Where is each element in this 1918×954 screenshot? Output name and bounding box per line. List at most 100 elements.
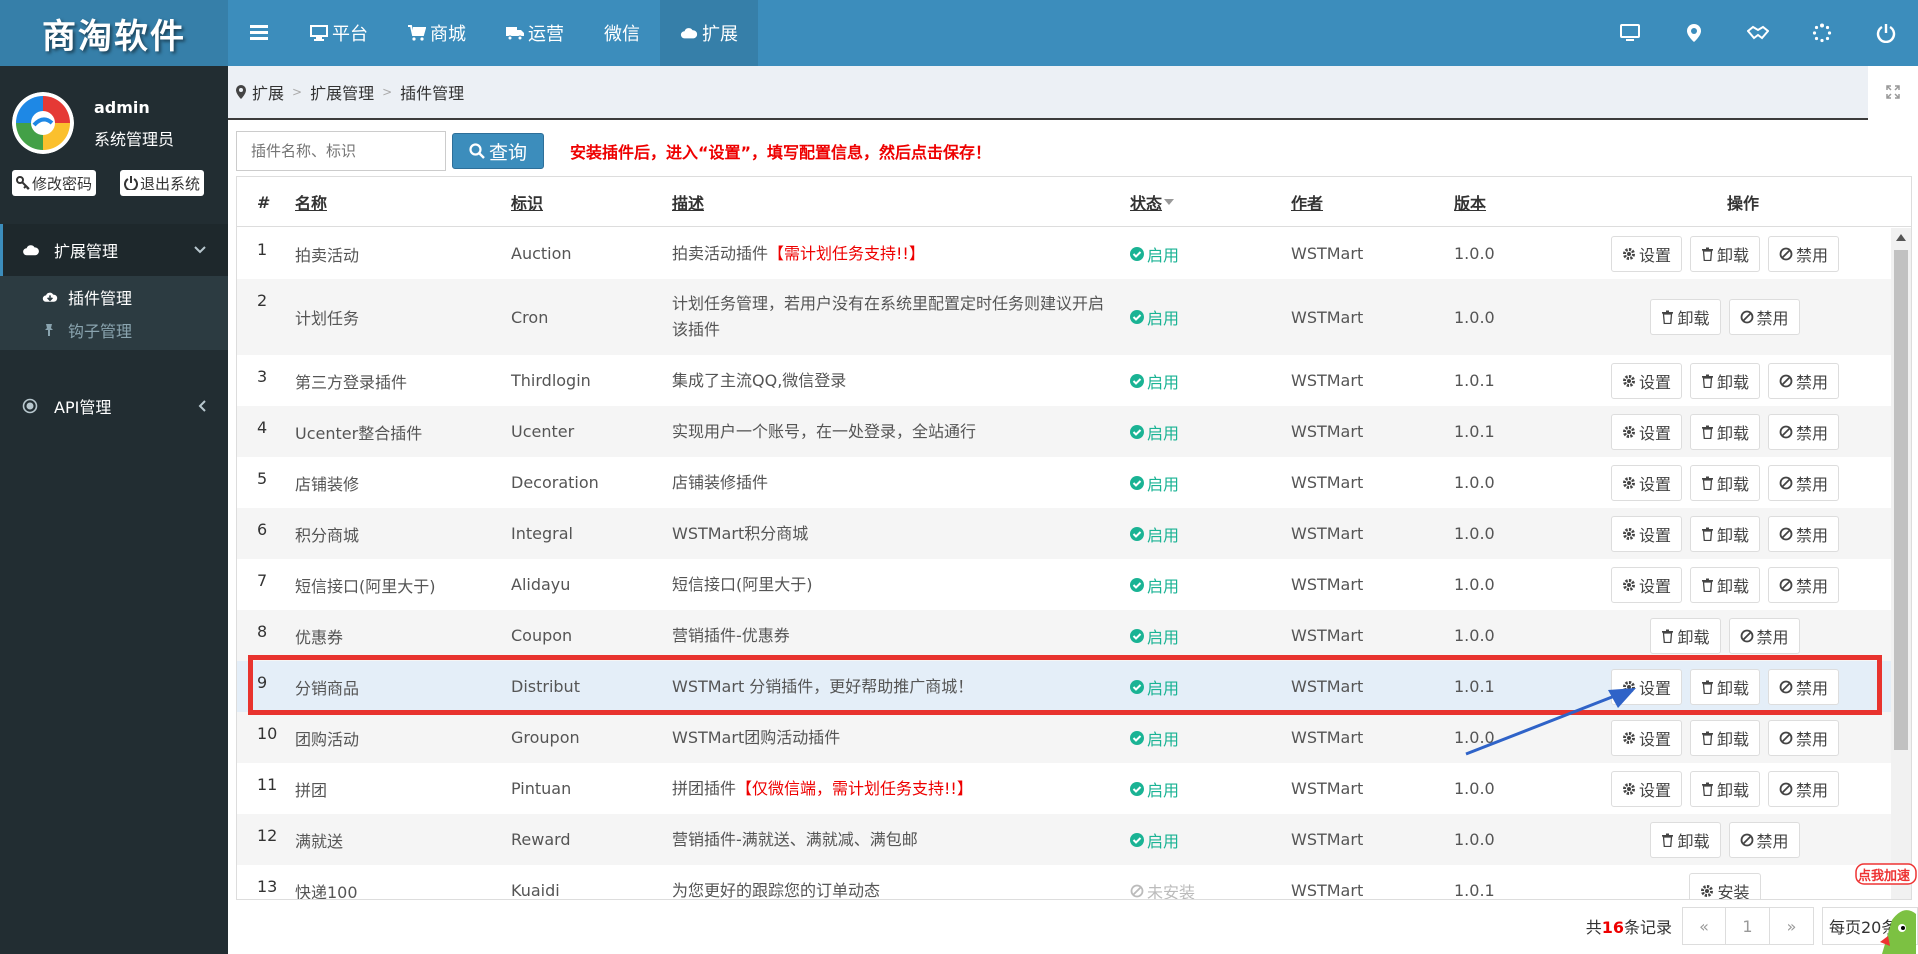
sidebar-item-extension-management[interactable]: 扩展管理: [0, 224, 228, 276]
nav-item-extension[interactable]: 扩展: [660, 0, 758, 66]
uninstall-button[interactable]: 卸载: [1689, 235, 1760, 272]
plugin-name: Ucenter整合插件: [295, 423, 423, 443]
disable-button[interactable]: 禁用: [1768, 566, 1840, 603]
key-icon: [16, 176, 30, 190]
nav-item-platform[interactable]: 平台: [290, 0, 388, 66]
handshake-icon[interactable]: [1726, 0, 1790, 66]
breadcrumb-item[interactable]: 扩展: [252, 80, 284, 104]
trash-icon: [1701, 782, 1714, 796]
submenu: 插件管理 钩子管理: [0, 276, 228, 350]
uninstall-button[interactable]: 卸载: [1689, 515, 1760, 552]
disable-button[interactable]: 禁用: [1728, 821, 1800, 858]
table-row[interactable]: 11 拼团 Pintuan 拼团插件 【仅微信端，需计划任务支持!!】 启用 WSTMart…: [237, 763, 1893, 814]
col-version[interactable]: 版本: [1454, 177, 1486, 227]
disable-button[interactable]: 禁用: [1768, 413, 1840, 450]
fullscreen-button[interactable]: [1868, 66, 1918, 120]
logo[interactable]: 商淘软件: [0, 0, 228, 66]
plugin-code: Cron: [511, 307, 549, 327]
trash-icon: [1701, 578, 1714, 592]
table-row[interactable]: 6 积分商城 Integral WSTMart积分商城 启用 WSTMart 1.0.0 设置…: [237, 508, 1893, 559]
sidebar-item-hook-management[interactable]: 钩子管理: [0, 313, 228, 346]
nav-label: 商城: [430, 24, 466, 45]
settings-button[interactable]: 设置: [1610, 413, 1682, 450]
uninstall-button[interactable]: 卸载: [1689, 770, 1760, 807]
status-badge: 启用: [1130, 610, 1179, 661]
uninstall-button[interactable]: 卸载: [1650, 617, 1721, 654]
plugin-name: 短信接口(阿里大于): [295, 576, 436, 596]
plugin-desc-text: 为您更好的跟踪您的订单动态: [672, 880, 881, 900]
col-name[interactable]: 名称: [295, 177, 327, 227]
row-actions: 设置 卸载 禁用: [1557, 457, 1893, 508]
breadcrumb-item[interactable]: 扩展管理: [310, 80, 374, 104]
disable-button[interactable]: 禁用: [1768, 235, 1840, 272]
plugin-version: 1.0.1: [1454, 422, 1495, 441]
settings-button[interactable]: 设置: [1610, 464, 1682, 501]
next-page-button[interactable]: »: [1770, 907, 1814, 945]
cloud-icon: [22, 243, 42, 257]
disable-button[interactable]: 禁用: [1768, 515, 1840, 552]
sidebar-item-api-management[interactable]: API管理: [0, 386, 228, 426]
query-button[interactable]: 查询: [452, 133, 544, 169]
power-icon[interactable]: [1854, 0, 1918, 66]
breadcrumb-separator: >: [292, 85, 303, 99]
change-password-button[interactable]: 修改密码: [12, 170, 97, 196]
table-scrollbar[interactable]: [1891, 228, 1911, 899]
plugin-name: 团购活动: [295, 729, 360, 749]
disable-button[interactable]: 禁用: [1768, 464, 1840, 501]
table-row[interactable]: 5 店铺装修 Decoration 店铺装修插件 启用 WSTMart 1.0.0 设置 卸载 禁…: [237, 457, 1893, 508]
speed-up-badge[interactable]: 点我加速: [1852, 850, 1918, 954]
search-input[interactable]: [236, 131, 446, 171]
table-row[interactable]: 3 第三方登录插件 Thirdlogin 集成了主流QQ,微信登录 启用 WSTMart 1…: [237, 355, 1893, 406]
prev-page-button[interactable]: «: [1682, 907, 1726, 945]
gear-icon: [1622, 247, 1636, 261]
table-row[interactable]: 2 计划任务 Cron 计划任务管理，若用户没有在系统里配置定时任务则建议开启该插件 启…: [237, 279, 1893, 355]
disable-button[interactable]: 禁用: [1768, 362, 1840, 399]
col-author[interactable]: 作者: [1291, 177, 1323, 227]
uninstall-button[interactable]: 卸载: [1689, 719, 1760, 756]
col-desc[interactable]: 描述: [672, 177, 704, 227]
desktop-icon: [310, 24, 328, 42]
nav-item-wechat[interactable]: 微信: [584, 0, 660, 66]
disable-button[interactable]: 禁用: [1728, 617, 1800, 654]
status-badge: 启用: [1130, 457, 1179, 508]
monitor-icon[interactable]: [1598, 0, 1662, 66]
uninstall-button[interactable]: 卸载: [1689, 413, 1760, 450]
settings-button[interactable]: 设置: [1610, 515, 1682, 552]
uninstall-button[interactable]: 卸载: [1689, 362, 1760, 399]
table-row[interactable]: 10 团购活动 Groupon WSTMart团购活动插件 启用 WSTMart 1.0.0…: [237, 712, 1893, 763]
sidebar-item-plugin-management[interactable]: 插件管理: [0, 280, 228, 313]
action-label: 禁用: [1796, 245, 1829, 265]
scrollbar-thumb[interactable]: [1894, 250, 1908, 750]
disable-button[interactable]: 禁用: [1768, 719, 1840, 756]
col-code[interactable]: 标识: [511, 177, 543, 227]
uninstall-button[interactable]: 卸载: [1650, 299, 1721, 335]
install-button[interactable]: 安装: [1689, 872, 1761, 899]
spinner-icon[interactable]: [1790, 0, 1854, 66]
settings-button[interactable]: 设置: [1610, 362, 1682, 399]
nav-item-mall[interactable]: 商城: [388, 0, 486, 66]
uninstall-button[interactable]: 卸载: [1650, 821, 1721, 858]
disable-button[interactable]: 禁用: [1768, 770, 1840, 807]
logout-button[interactable]: 退出系统: [120, 170, 205, 196]
settings-button[interactable]: 设置: [1610, 770, 1682, 807]
scroll-up-icon[interactable]: [1896, 234, 1906, 241]
sidebar-toggle-button[interactable]: [228, 0, 290, 66]
menu-api-management: API管理: [0, 386, 228, 426]
location-icon[interactable]: [1662, 0, 1726, 66]
table-row[interactable]: 4 Ucenter整合插件 Ucenter 实现用户一个账号，在一处登录，全站通行 启用…: [237, 406, 1893, 457]
table-row[interactable]: 13 快递100 Kuaidi 为您更好的跟踪您的订单动态 未安装 WSTMart 1.0.…: [237, 865, 1893, 900]
submenu-label: 钩子管理: [68, 321, 133, 341]
settings-button[interactable]: 设置: [1610, 235, 1682, 272]
settings-button[interactable]: 设置: [1610, 566, 1682, 603]
page-1-button[interactable]: 1: [1726, 907, 1770, 945]
table-row[interactable]: 7 短信接口(阿里大于) Alidayu 短信接口(阿里大于) 启用 WSTMart 1.0…: [237, 559, 1893, 610]
uninstall-button[interactable]: 卸载: [1689, 464, 1760, 501]
table-row[interactable]: 12 满就送 Reward 营销插件-满就送、满就减、满包邮 启用 WSTMart 1.0.…: [237, 814, 1893, 865]
nav-item-operation[interactable]: 运营: [486, 0, 584, 66]
table-row[interactable]: 1 拍卖活动 Auction 拍卖活动插件 【需计划任务支持!!】 启用 WSTMart 1.…: [237, 228, 1893, 279]
uninstall-button[interactable]: 卸载: [1689, 566, 1760, 603]
ban-icon: [1130, 884, 1144, 898]
col-status[interactable]: 状态: [1130, 177, 1175, 227]
disable-button[interactable]: 禁用: [1728, 299, 1800, 335]
table-row[interactable]: 8 优惠券 Coupon 营销插件-优惠券 启用 WSTMart 1.0.0 卸载 禁用: [237, 610, 1893, 661]
